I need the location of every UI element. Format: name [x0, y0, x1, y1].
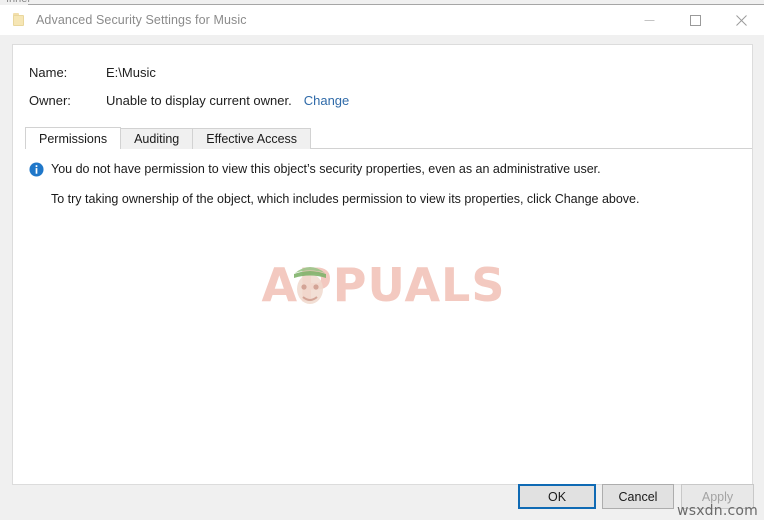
secondary-message-text: To try taking ownership of the object, w… [51, 192, 640, 206]
maximize-icon[interactable] [672, 5, 718, 35]
tab-permissions[interactable]: Permissions [25, 127, 122, 149]
tab-effective-access[interactable]: Effective Access [192, 128, 312, 149]
owner-value: Unable to display current owner. [106, 93, 292, 108]
appuals-mascot-icon [293, 267, 326, 304]
name-value: E:\Music [106, 65, 156, 80]
appuals-watermark: APPUALS [13, 250, 752, 320]
name-row: Name: E:\Music [29, 65, 729, 93]
close-icon[interactable] [718, 5, 764, 35]
object-details: Name: E:\Music Owner: Unable to display … [29, 65, 729, 121]
tab-strip: Permissions Auditing Effective Access [25, 127, 752, 149]
appuals-watermark-text: APPUALS [261, 258, 506, 312]
dialog-footer: OK Cancel Apply wsxdn.com [0, 480, 764, 520]
cancel-button[interactable]: Cancel [602, 484, 674, 509]
advanced-security-settings-dialog: Advanced Security Settings for Music Nam… [0, 5, 764, 520]
ok-button[interactable]: OK [518, 484, 596, 509]
owner-change-link[interactable]: Change [304, 93, 350, 108]
owner-label: Owner: [29, 93, 71, 108]
primary-message-text: You do not have permission to view this … [51, 162, 601, 176]
minimize-icon[interactable] [626, 5, 672, 35]
primary-message-row: You do not have permission to view this … [29, 161, 734, 177]
tab-auditing[interactable]: Auditing [120, 128, 194, 149]
title-bar: Advanced Security Settings for Music [0, 5, 764, 35]
permission-message-block: You do not have permission to view this … [29, 161, 734, 207]
dialog-content-panel: Name: E:\Music Owner: Unable to display … [12, 44, 753, 485]
site-watermark: wsxdn.com [677, 503, 758, 519]
folder-shield-icon [11, 12, 27, 28]
owner-row: Owner: Unable to display current owner. … [29, 93, 729, 121]
name-label: Name: [29, 65, 68, 80]
info-icon [29, 162, 44, 177]
window-title: Advanced Security Settings for Music [36, 13, 247, 27]
window-controls [626, 5, 764, 35]
